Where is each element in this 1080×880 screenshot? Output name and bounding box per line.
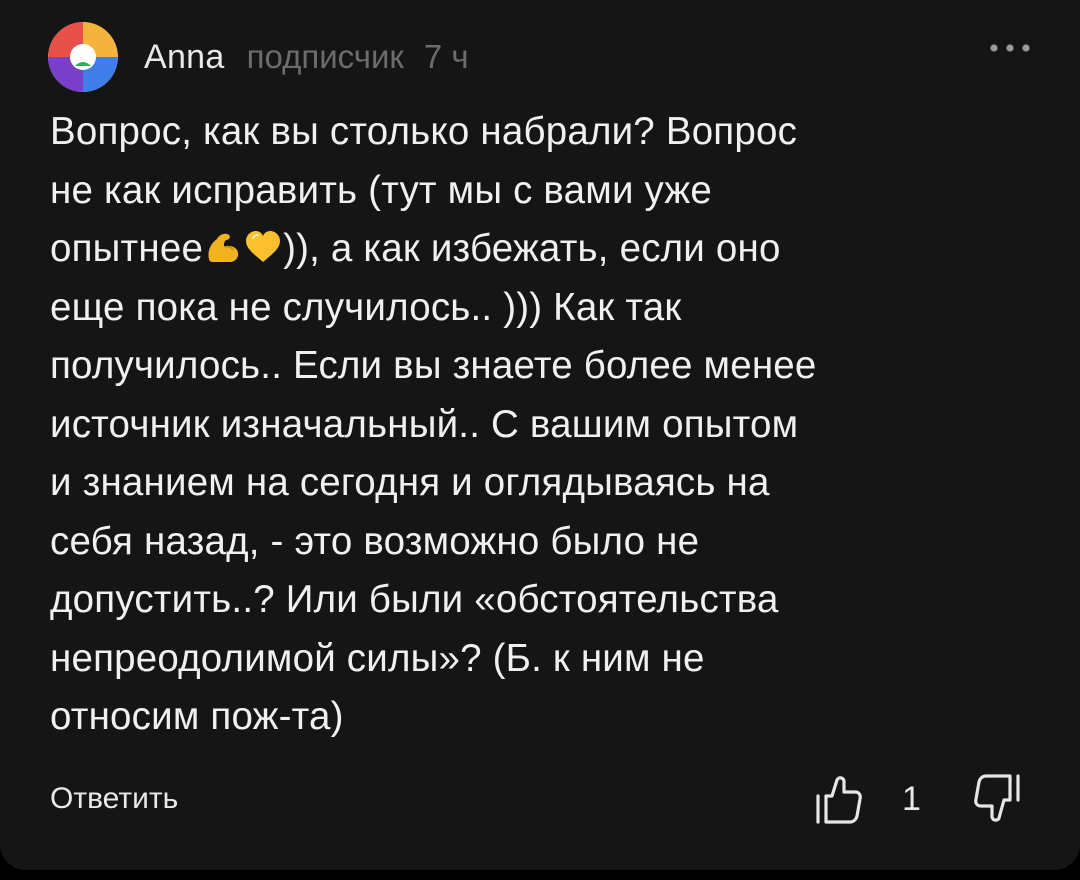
author-name[interactable]: Anna [144,38,225,77]
comment-card: Anna подписчик 7 ч Вопрос, как вы стольк… [0,0,1080,870]
thumbs-up-icon[interactable] [810,772,866,828]
flexed-biceps-icon [208,233,239,262]
like-count: 1 [902,780,921,818]
comment-header: Anna подписчик 7 ч [48,22,469,92]
author-role: подписчик [246,38,404,75]
yellow-heart-icon [246,231,281,262]
comment-line: опытнее [50,227,204,270]
comment-line: и знанием на сегодня и оглядываясь на [50,461,770,504]
comment-line: источник изначальный.. С вашим опытом [50,402,799,446]
comment-line: получилось.. Если вы знаете более менее [50,344,817,387]
comment-line: Вопрос, как вы столько набрали? Вопрос [50,110,798,153]
comment-line: непреодолимой силы»? (Б. к ним не [50,636,705,680]
comment-line: )), а как избежать, если оно [283,227,781,270]
comment-line: себя назад, - это возможно было не [50,519,700,563]
reply-button[interactable]: Ответить [50,782,178,816]
comment-line: относим пож-та) [50,695,344,738]
comment-line: еще пока не случилось.. ))) Как так [50,285,682,329]
comment-line: допустить..? Или были «обстоятельства [50,578,779,621]
thumbs-down-icon[interactable] [970,770,1026,826]
comment-line: не как исправить (тут мы с вами уже [50,168,712,212]
comment-time: 7 ч [423,38,469,75]
more-dots-icon[interactable] [978,26,1042,70]
avatar[interactable] [48,22,118,92]
comment-text: Вопрос, как вы столько набрали? Вопрос н… [50,103,1030,747]
